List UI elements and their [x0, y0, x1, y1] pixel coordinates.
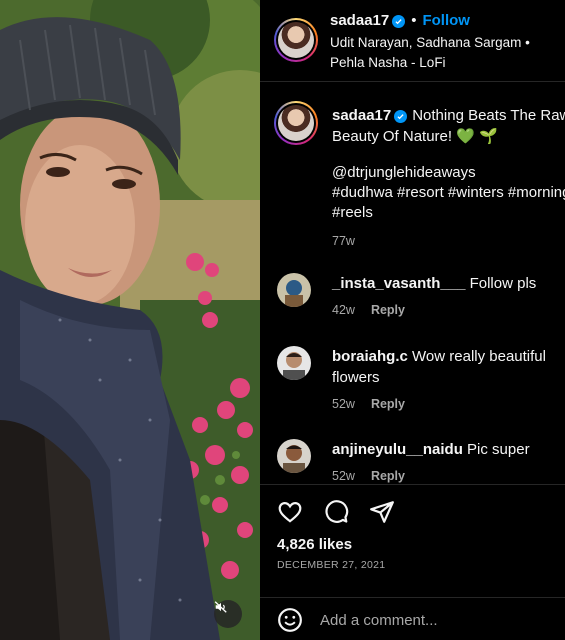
post-date: DECEMBER 27, 2021: [277, 559, 386, 571]
caption-text: sadaa17 Nothing Beats The Raw Beauty Of N…: [332, 105, 565, 147]
audio-track-link[interactable]: Udit Narayan, Sadhana Sargam • Pehla Nas…: [330, 33, 562, 73]
comment-age: 42w: [332, 303, 355, 317]
share-button[interactable]: [369, 499, 395, 525]
commenter-avatar[interactable]: [277, 346, 311, 380]
caption-mention[interactable]: @dtrjunglehideaways: [332, 163, 565, 183]
reply-button[interactable]: Reply: [371, 397, 405, 411]
action-icons: [277, 499, 395, 525]
commenter-avatar[interactable]: [277, 273, 311, 307]
reel-video-frame: [0, 0, 260, 640]
comment-body: anjineyulu__naidu Pic super 52w Reply: [332, 439, 562, 483]
comment-icon: [325, 500, 349, 523]
comment-text: Pic super: [467, 441, 530, 458]
mute-button[interactable]: [214, 600, 242, 628]
like-button[interactable]: [277, 499, 303, 525]
separator-dot: •: [411, 12, 417, 29]
reel-video[interactable]: [0, 0, 260, 640]
caption-username[interactable]: sadaa17: [332, 107, 391, 124]
commenter-username[interactable]: anjineyulu__naidu: [332, 441, 463, 458]
commenter-avatar[interactable]: [277, 439, 311, 473]
emoji-icon: [278, 608, 302, 632]
comment-age: 52w: [332, 469, 355, 483]
comment-body: boraiahg.c Wow really beautiful flowers …: [332, 346, 562, 415]
author-avatar[interactable]: [274, 18, 318, 62]
post-panel: sadaa17 • Follow Udit Narayan, Sadhana Sar…: [260, 0, 565, 640]
commenter-username[interactable]: _insta_vasanth___: [332, 275, 465, 292]
share-icon: [370, 501, 394, 523]
comment-age: 52w: [332, 397, 355, 411]
reply-button[interactable]: Reply: [371, 469, 405, 483]
caption-author-avatar-photo: [278, 105, 314, 141]
verified-badge-icon: [394, 110, 408, 123]
emoji-button[interactable]: [277, 607, 303, 633]
comment-body: _insta_vasanth___ Follow pls 42w Reply: [332, 273, 562, 321]
comment-button[interactable]: [323, 499, 349, 525]
caption-tags: @dtrjunglehideaways #dudhwa #resort #win…: [332, 163, 565, 251]
comment-input[interactable]: [320, 606, 550, 634]
caption-age: 77w: [332, 234, 355, 248]
author-username[interactable]: sadaa17: [330, 12, 389, 29]
comment-text: Follow pls: [469, 275, 537, 292]
caption-author-avatar[interactable]: [274, 101, 318, 145]
author-avatar-photo: [278, 22, 314, 58]
reply-button[interactable]: Reply: [371, 303, 405, 317]
follow-button[interactable]: Follow: [422, 12, 470, 29]
caption-hashtags[interactable]: #dudhwa #resort #winters #morning #reels: [332, 183, 565, 223]
commenter-username[interactable]: boraiahg.c: [332, 348, 408, 365]
verified-badge-icon: [392, 15, 406, 28]
post-header: sadaa17 • Follow Udit Narayan, Sadhana Sar…: [260, 0, 565, 82]
like-count[interactable]: 4,826 likes: [277, 536, 352, 553]
comment-composer: [260, 597, 565, 640]
speaker-muted-icon: [214, 601, 227, 613]
header-title-row: sadaa17 • Follow: [330, 12, 470, 30]
heart-icon: [278, 502, 302, 523]
comments-list[interactable]: sadaa17 Nothing Beats The Raw Beauty Of N…: [260, 83, 565, 483]
post-actions: 4,826 likes DECEMBER 27, 2021: [260, 484, 565, 584]
